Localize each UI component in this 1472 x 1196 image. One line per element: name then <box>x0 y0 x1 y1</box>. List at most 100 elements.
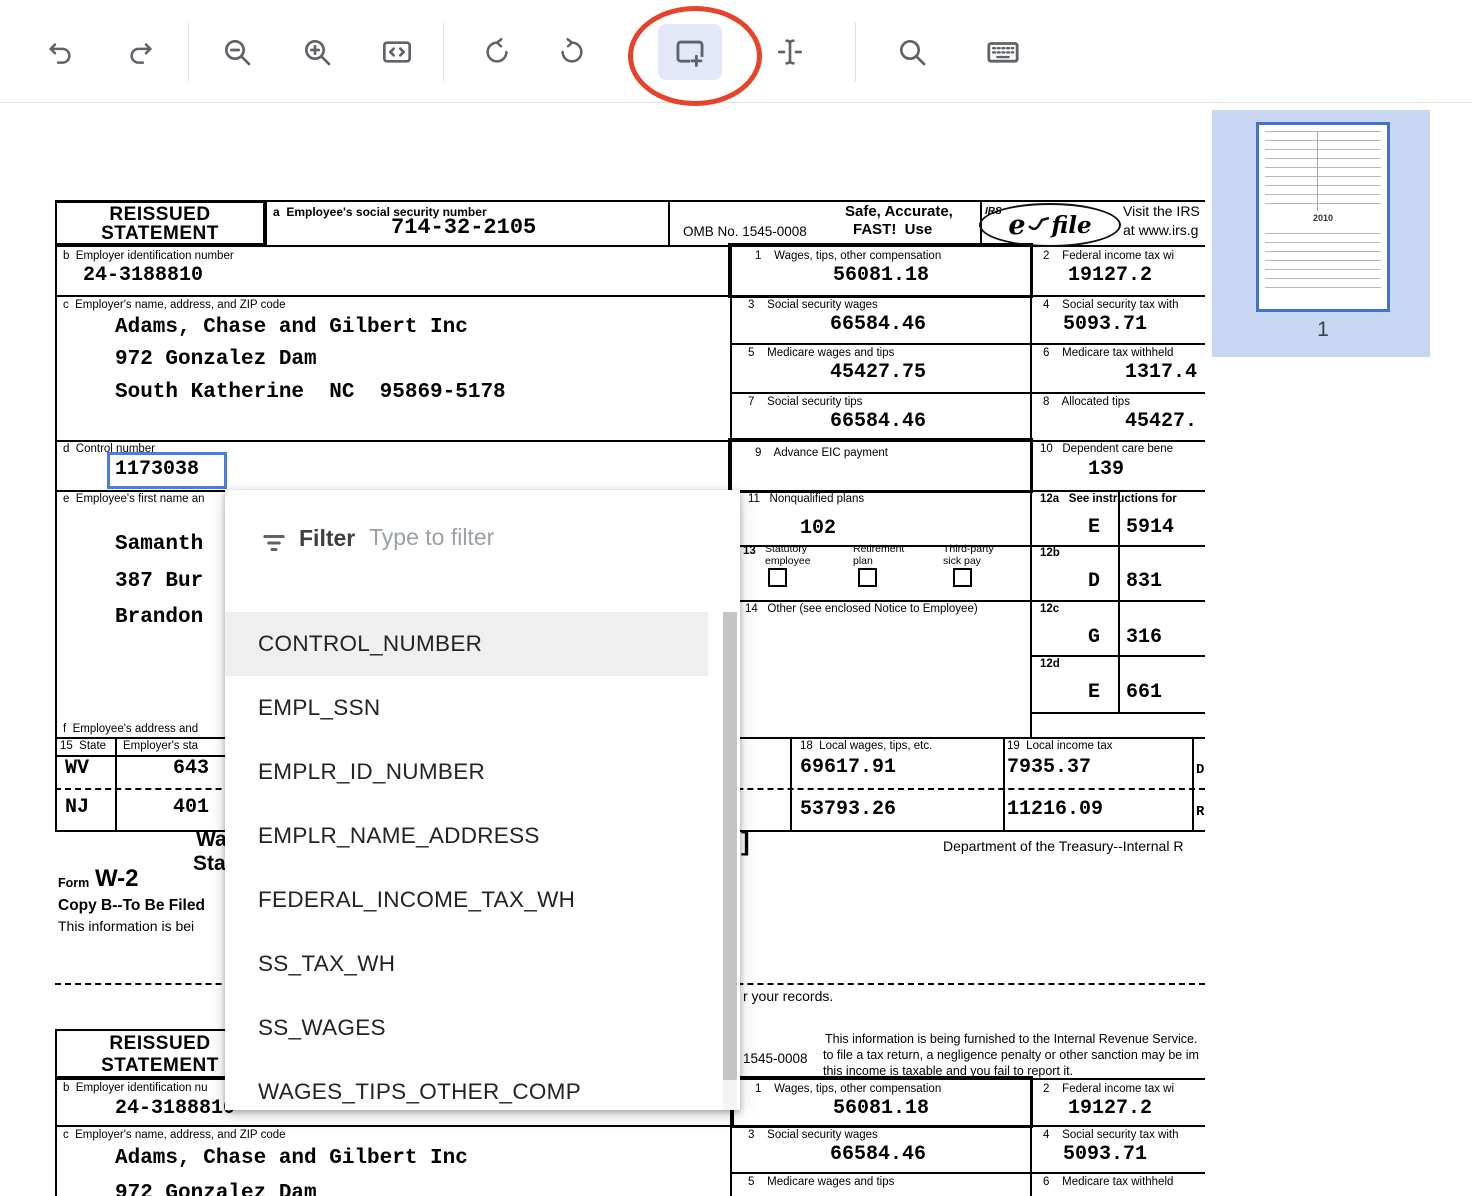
box4b-value: 5093.71 <box>1063 1143 1147 1166</box>
ein2-value: 24-3188810 <box>115 1097 235 1120</box>
text-select-button[interactable] <box>762 24 818 80</box>
filter-input[interactable] <box>367 523 701 552</box>
irs-logo-text: IRS <box>985 206 1002 217</box>
box10-label: 10 Dependent care bene <box>1040 443 1173 455</box>
furnish-line2: to file a tax return, a negligence penal… <box>823 1048 1199 1062</box>
omb-label: OMB No. 1545-0008 <box>683 224 807 239</box>
filter-icon <box>261 530 287 556</box>
search-button[interactable] <box>884 24 940 80</box>
box12c-value: 316 <box>1126 626 1162 649</box>
box18-row1: 69617.91 <box>800 756 896 779</box>
efile-logo-e: e <box>1008 210 1025 241</box>
redo-button[interactable] <box>113 24 169 80</box>
employee-label: e Employee's first name an <box>63 493 205 505</box>
fit-to-width-icon <box>381 36 413 68</box>
box1b-label: 1 Wages, tips, other compensation <box>755 1083 941 1095</box>
rotate-counterclockwise-button[interactable] <box>469 24 525 80</box>
filter-option-federal-income-tax-wh[interactable]: FEDERAL_INCOME_TAX_WH <box>225 868 708 932</box>
fit-to-width-button[interactable] <box>369 24 425 80</box>
safe-accurate-text: Safe, Accurate, <box>845 203 953 220</box>
statutory-label-1: Statutory <box>765 543 807 555</box>
filter-option-ss-wages[interactable]: SS_WAGES <box>225 996 708 1060</box>
search-icon <box>896 36 928 68</box>
box5-label: 5 Medicare wages and tips <box>748 347 894 359</box>
undo-button[interactable] <box>32 24 88 80</box>
filter-option-emplr-name-address[interactable]: EMPLR_NAME_ADDRESS <box>225 804 708 868</box>
zoom-in-icon <box>301 36 333 68</box>
efile-swoosh-icon <box>1028 217 1050 233</box>
box4-label: 4 Social security tax with <box>1043 299 1179 311</box>
box12c-label: 12c <box>1040 603 1059 615</box>
statutory-label-2: employee <box>765 555 811 567</box>
toolbar-separator <box>188 23 189 81</box>
toolbar-separator <box>855 23 856 81</box>
third-party-sickpay-checkbox <box>953 568 972 587</box>
box19-label: 19 Local income tax <box>1007 740 1112 752</box>
filter-row: Filter <box>225 490 740 612</box>
fast-use-text: FAST! Use <box>853 221 932 238</box>
form-word: Form <box>58 876 89 890</box>
box6b-label: 6 Medicare tax withheld <box>1043 1176 1173 1188</box>
filter-option-empl-ssn[interactable]: EMPL_SSN <box>225 676 708 740</box>
visit-irs-text: Visit the IRS <box>1123 203 1200 219</box>
copy-b-text: Copy B--To Be Filed <box>58 897 205 915</box>
state1-code: WV <box>65 757 89 780</box>
keyboard-button[interactable] <box>975 24 1031 80</box>
undo-icon <box>45 37 75 67</box>
box8-value: 45427. <box>1125 410 1197 433</box>
dropdown-scrollbar-thumb[interactable] <box>723 612 737 1080</box>
reissued-line2: STATEMENT <box>55 223 265 245</box>
box9-label: 9 Advance EIC payment <box>755 447 888 459</box>
box12d-value: 661 <box>1126 681 1162 704</box>
employer2-label: c Employer's name, address, and ZIP code <box>63 1129 286 1141</box>
info-furnished-cut: This information is bei <box>58 918 194 934</box>
filter-option-wages-tips-other-comp[interactable]: WAGES_TIPS_OTHER_COMP <box>225 1060 708 1110</box>
box11-label: 11 Nonqualified plans <box>748 493 864 505</box>
sickpay-label-2: sick pay <box>943 555 981 567</box>
box20-row1: D <box>1196 762 1204 778</box>
retirement-label-2: plan <box>853 555 873 567</box>
retirement-label-1: Retirement <box>853 543 904 555</box>
box1b-value: 56081.18 <box>833 1097 929 1120</box>
statutory-employee-checkbox <box>768 568 787 587</box>
ein-label: b Employer identification number <box>63 250 234 262</box>
zoom-out-button[interactable] <box>209 24 265 80</box>
box18-label: 18 Local wages, tips, etc. <box>800 740 932 752</box>
employee-address-label: f Employee's address and <box>63 723 198 735</box>
employee-street: 387 Bur <box>115 570 203 593</box>
page-thumbnail[interactable]: 2010 <box>1256 122 1390 312</box>
furnish-line1: This information is being furnished to t… <box>825 1032 1197 1046</box>
employer2-street: 972 Gonzalez Dam <box>115 1182 317 1196</box>
box6-label: 6 Medicare tax withheld <box>1043 347 1173 359</box>
box12d-code: E <box>1088 681 1100 704</box>
furnish-line3: this income is taxable and you fail to r… <box>823 1064 1073 1078</box>
control-number-value: 1173038 <box>115 458 199 481</box>
visit-irs-url: at www.irs.g <box>1123 222 1198 238</box>
box7-label: 7 Social security tips <box>748 396 862 408</box>
box20-row2: R <box>1196 804 1204 820</box>
box12d-label: 12d <box>1040 658 1060 670</box>
add-region-button[interactable] <box>658 24 722 80</box>
wage-tax-statement-1: Wa <box>196 828 227 852</box>
box19-row2: 11216.09 <box>1007 798 1103 821</box>
zoom-in-button[interactable] <box>289 24 345 80</box>
box2-label: 2 Federal income tax wi <box>1043 250 1174 262</box>
box1-value: 56081.18 <box>833 264 929 287</box>
state1-id: 643 <box>173 757 209 780</box>
box12a-label: 12a See instructions for <box>1040 493 1177 505</box>
zoom-out-icon <box>221 36 253 68</box>
filter-option-control-number[interactable]: CONTROL_NUMBER <box>225 612 708 676</box>
filter-option-ss-tax-wh[interactable]: SS_TAX_WH <box>225 932 708 996</box>
filter-option-emplr-id-number[interactable]: EMPLR_ID_NUMBER <box>225 740 708 804</box>
omb-cut: 1545-0008 <box>743 1051 808 1066</box>
box13-label: 13 <box>743 545 756 557</box>
pages-sidebar: 2010 1 <box>1212 110 1430 357</box>
state2-code: NJ <box>65 796 89 819</box>
state2-id: 401 <box>173 796 209 819</box>
box8-label: 8 Allocated tips <box>1043 396 1130 408</box>
toolbar-separator <box>443 23 444 81</box>
box12c-code: G <box>1088 626 1100 649</box>
box2b-value: 19127.2 <box>1068 1097 1152 1120</box>
box14-label: 14 Other (see enclosed Notice to Employe… <box>745 603 978 615</box>
rotate-clockwise-button[interactable] <box>544 24 600 80</box>
